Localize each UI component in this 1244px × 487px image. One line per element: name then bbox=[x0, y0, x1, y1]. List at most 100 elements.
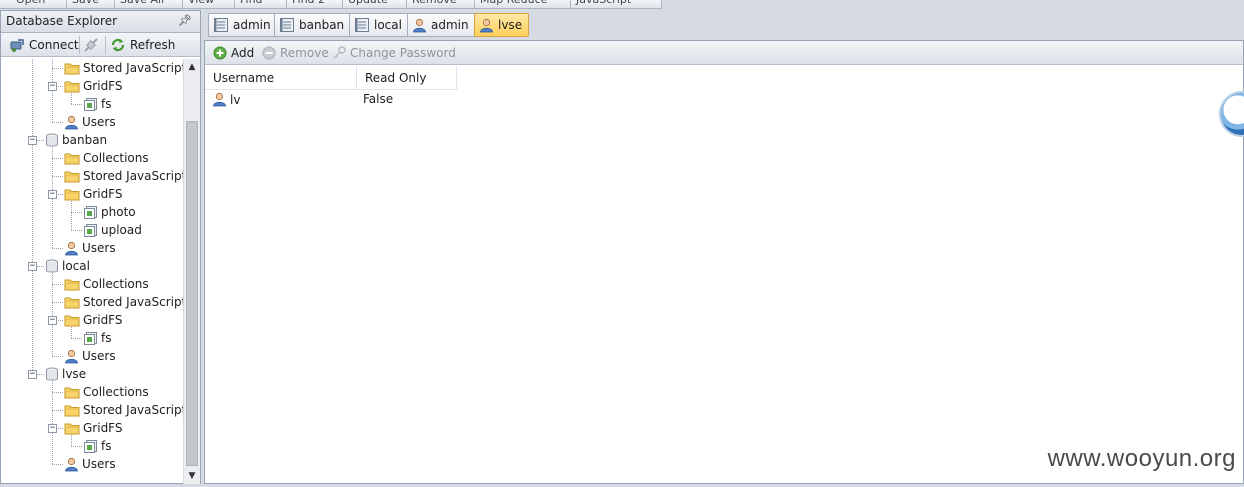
tree-node-label: GridFS bbox=[83, 187, 123, 201]
read-only-value: False bbox=[363, 92, 394, 106]
toolbar-separator bbox=[570, 0, 571, 8]
brand-logo-icon bbox=[1219, 91, 1244, 137]
tree-node[interactable]: Users bbox=[64, 347, 116, 365]
column-header-username[interactable]: Username bbox=[205, 66, 357, 90]
tree-node[interactable]: Users bbox=[64, 113, 116, 131]
change-password-label: Change Password bbox=[350, 46, 456, 60]
scroll-down-icon[interactable]: ▼ bbox=[184, 468, 200, 484]
toolbar-item[interactable]: JavaScript bbox=[576, 0, 631, 6]
tree-expander-icon[interactable]: − bbox=[48, 316, 57, 325]
tree-node[interactable]: Collections bbox=[64, 275, 149, 293]
tree-expander-icon[interactable]: − bbox=[48, 424, 57, 433]
add-user-button[interactable]: Add bbox=[213, 44, 254, 62]
toolbar-item[interactable]: Open bbox=[16, 0, 45, 6]
tree-node[interactable]: GridFS bbox=[64, 419, 123, 437]
users-view: Add Remove Change Password Username Read… bbox=[204, 40, 1244, 484]
column-header-read-only[interactable]: Read Only bbox=[357, 66, 457, 90]
user-icon bbox=[479, 18, 494, 33]
tree-node[interactable]: Stored JavaScript bbox=[64, 59, 183, 77]
tree-node-label: photo bbox=[101, 205, 136, 219]
panel-header: Database Explorer 📌︎ bbox=[1, 11, 200, 33]
tree-line bbox=[71, 338, 82, 339]
gridfs-icon bbox=[83, 205, 98, 220]
tree-node[interactable]: GridFS bbox=[64, 77, 123, 95]
tree-node-label: GridFS bbox=[83, 79, 123, 93]
tree-expander-icon[interactable]: − bbox=[48, 82, 57, 91]
table-row[interactable]: lv False bbox=[205, 90, 505, 110]
tree-node[interactable]: lvse bbox=[45, 365, 86, 383]
database-icon bbox=[45, 259, 59, 274]
tree-node-label: lvse bbox=[62, 367, 87, 381]
refresh-button[interactable]: Refresh bbox=[110, 36, 175, 54]
tree-node[interactable]: GridFS bbox=[64, 185, 123, 203]
toolbar-item[interactable]: Map Reduce bbox=[480, 0, 547, 6]
tree-node[interactable]: Stored JavaScript bbox=[64, 167, 183, 185]
tree-node[interactable]: photo bbox=[83, 203, 136, 221]
scroll-up-icon[interactable]: ▲ bbox=[184, 59, 200, 75]
tree-node[interactable]: Stored JavaScript bbox=[64, 293, 183, 311]
toolbar-item[interactable]: Save All bbox=[120, 0, 164, 6]
folder-icon bbox=[64, 313, 80, 327]
toolbar-item[interactable]: View bbox=[188, 0, 214, 6]
refresh-icon bbox=[110, 37, 126, 53]
disconnect-button[interactable] bbox=[83, 36, 99, 54]
tab-banban[interactable]: banban bbox=[274, 13, 352, 37]
gridfs-icon bbox=[83, 331, 98, 346]
tree-expander-icon[interactable]: − bbox=[28, 370, 37, 379]
watermark: www.wooyun.org bbox=[1047, 445, 1236, 472]
tree-node-label: banban bbox=[62, 133, 108, 147]
tree-node[interactable]: Stored JavaScript bbox=[64, 401, 183, 419]
gridfs-icon bbox=[83, 97, 98, 112]
tree-node[interactable]: GridFS bbox=[64, 311, 123, 329]
tree-node[interactable]: Collections bbox=[64, 149, 149, 167]
tree-node[interactable]: fs bbox=[83, 95, 111, 113]
tree-node[interactable]: upload bbox=[83, 221, 142, 239]
database-explorer-panel: Database Explorer 📌︎ Connect Refresh Sto… bbox=[0, 10, 201, 484]
read-only-cell: False bbox=[363, 92, 393, 106]
folder-icon bbox=[64, 295, 80, 309]
tree-node[interactable]: Users bbox=[64, 239, 116, 257]
folder-icon bbox=[64, 61, 80, 75]
tree-expander-icon[interactable]: − bbox=[28, 136, 37, 145]
connect-icon bbox=[9, 37, 25, 53]
tree-scrollbar[interactable]: ▲ ▼ bbox=[183, 59, 200, 484]
toolbar-item[interactable]: Update bbox=[348, 0, 388, 6]
database-tree: Stored JavaScript − GridFS fs Users − banban Co… bbox=[1, 59, 183, 484]
tree-expander-icon[interactable]: − bbox=[48, 190, 57, 199]
tree-node[interactable]: fs bbox=[83, 329, 111, 347]
tree-expander-icon[interactable]: − bbox=[28, 262, 37, 271]
tree-node-label: local bbox=[62, 259, 90, 273]
tree-node-label: Collections bbox=[83, 385, 149, 399]
connect-button[interactable]: Connect bbox=[9, 36, 79, 54]
tab-admin[interactable]: admin bbox=[407, 13, 476, 37]
collection-icon bbox=[279, 17, 295, 33]
remove-user-button[interactable]: Remove bbox=[262, 44, 329, 62]
tree-line bbox=[52, 158, 63, 159]
tree-node[interactable]: banban bbox=[45, 131, 107, 149]
users-toolbar: Add Remove Change Password bbox=[205, 41, 1243, 65]
toolbar-item[interactable]: Find 2 bbox=[292, 0, 325, 6]
tab-admin[interactable]: admin bbox=[208, 13, 278, 37]
tree-node-label: Stored JavaScript bbox=[83, 61, 183, 75]
tree-line bbox=[52, 464, 63, 465]
tree-line bbox=[52, 248, 63, 249]
document-tabs: admin banban local admin lvse bbox=[203, 10, 1244, 40]
toolbar-item[interactable]: Remove bbox=[412, 0, 457, 6]
username-cell: lv bbox=[212, 92, 240, 107]
pin-icon[interactable]: 📌︎ bbox=[178, 14, 192, 27]
tree-node[interactable]: local bbox=[45, 257, 90, 275]
tree-node[interactable]: fs bbox=[83, 437, 111, 455]
toolbar-separator bbox=[342, 0, 343, 8]
tree-node[interactable]: Collections bbox=[64, 383, 149, 401]
change-password-button[interactable]: Change Password bbox=[332, 44, 456, 62]
tree-node[interactable]: Users bbox=[64, 455, 116, 473]
toolbar-item[interactable]: Save bbox=[72, 0, 99, 6]
user-icon bbox=[412, 18, 427, 33]
tab-local[interactable]: local bbox=[349, 13, 409, 37]
toolbar-item[interactable]: Find bbox=[240, 0, 263, 6]
add-label: Add bbox=[231, 46, 255, 60]
scroll-thumb[interactable] bbox=[186, 121, 198, 466]
username-value: lv bbox=[230, 92, 241, 107]
folder-icon bbox=[64, 277, 80, 291]
tab-lvse[interactable]: lvse bbox=[474, 13, 530, 37]
